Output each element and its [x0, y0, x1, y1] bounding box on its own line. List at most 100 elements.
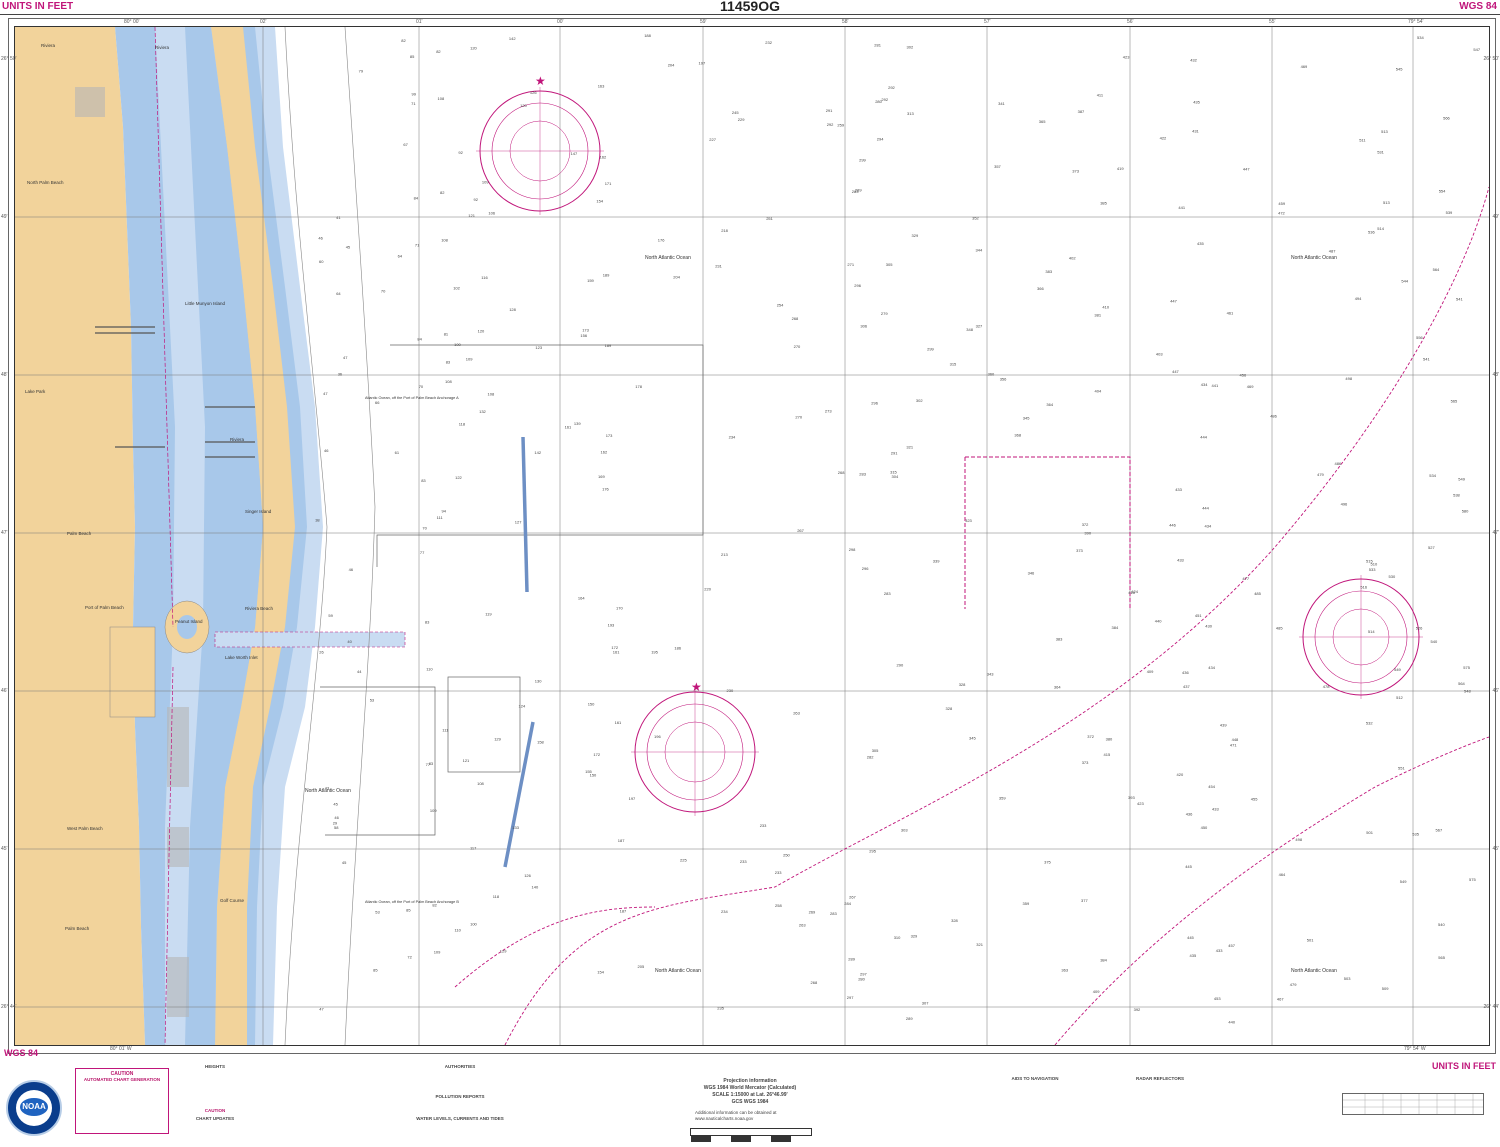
- sounding: 281: [874, 42, 881, 47]
- sounding: 486: [1270, 413, 1277, 418]
- sounding: 410: [1102, 305, 1109, 310]
- sounding: 418: [1128, 590, 1135, 595]
- sounding: 109: [466, 357, 473, 362]
- sounding: 229: [738, 117, 745, 122]
- sounding: 283: [859, 472, 866, 477]
- sounding: 282: [867, 755, 874, 760]
- latitude-label: 47': [1, 530, 8, 536]
- sounding: 291: [891, 450, 898, 455]
- sounding: 196: [654, 734, 661, 739]
- sounding: 289: [906, 1016, 913, 1021]
- sounding: 423: [1123, 54, 1130, 59]
- sounding: 363: [1061, 967, 1068, 972]
- latitude-label: 47': [1492, 530, 1499, 536]
- sounding: 531: [1377, 150, 1384, 155]
- sounding: 534: [1417, 35, 1424, 40]
- sounding: 140: [532, 885, 539, 890]
- place-riviera-beach: Riviera Beach: [245, 606, 274, 611]
- sounding: 566: [1443, 116, 1450, 121]
- sounding: 156: [580, 333, 587, 338]
- sounding: 390: [1084, 530, 1091, 535]
- sounding: 501: [1366, 830, 1373, 835]
- aids-note-title: AIDS TO NAVIGATION: [1011, 1076, 1059, 1081]
- sounding: 315: [950, 362, 957, 367]
- sounding: 434: [1205, 524, 1212, 529]
- sounding: 178: [635, 384, 642, 389]
- sounding: 548: [1464, 689, 1471, 694]
- latitude-label: 48': [1, 372, 8, 378]
- sounding: 70: [381, 289, 386, 294]
- sounding: 534: [1429, 473, 1436, 478]
- sounding: 469: [1301, 64, 1308, 69]
- sounding: 109: [434, 950, 441, 955]
- sounding: 53: [375, 910, 380, 915]
- lon-label-bottom-left: 80° 01' W: [110, 1046, 132, 1052]
- ocean-label: North Atlantic Ocean: [655, 968, 701, 974]
- sounding: 233: [760, 823, 767, 828]
- sounding: 304: [892, 474, 899, 479]
- sounding: 436: [1186, 812, 1193, 817]
- sounding: 435: [1190, 953, 1197, 958]
- place-singer-island: Singer Island: [245, 509, 272, 514]
- sounding: 346: [1028, 571, 1035, 576]
- sounding: 498: [1345, 376, 1352, 381]
- sounding: 118: [493, 894, 500, 899]
- light-star-icon: ★: [535, 74, 546, 88]
- sounding: 108: [445, 379, 452, 384]
- sounding: 565: [1438, 955, 1445, 960]
- sounding: 328: [959, 682, 966, 687]
- sounding: 267: [849, 894, 856, 899]
- sounding: 359: [999, 796, 1006, 801]
- sounding: 343: [987, 672, 994, 677]
- sounding: 567: [1436, 828, 1443, 833]
- sounding: 366: [1037, 286, 1044, 291]
- sounding: 83: [446, 360, 451, 365]
- sounding: 556: [1416, 335, 1423, 340]
- sounding: 383: [1045, 269, 1052, 274]
- place-west-palm-beach: West Palm Beach: [67, 826, 103, 831]
- place-riviera: Riviera: [41, 43, 56, 48]
- sounding: 444: [1200, 435, 1207, 440]
- sounding: 108: [488, 392, 495, 397]
- sounding: 161: [615, 720, 622, 725]
- sounding: 434: [1201, 382, 1208, 387]
- sounding: 549: [1458, 476, 1465, 481]
- nautical-chart-map[interactable]: ★ ★ 283 169 85 268 387 150 323 85 122 142 381 549 31…: [14, 26, 1490, 1046]
- sounding: 512: [1396, 695, 1403, 700]
- sounding: 348: [966, 327, 973, 332]
- sounding: 205: [638, 964, 645, 969]
- sounding: 251: [766, 216, 773, 221]
- sounding: 564: [1433, 267, 1440, 272]
- sounding: 541: [1423, 356, 1430, 361]
- sounding: 292: [827, 122, 834, 127]
- sounding: 530: [1389, 574, 1396, 579]
- longitude-label: 56': [1127, 19, 1134, 25]
- sounding: 313: [907, 111, 914, 116]
- sounding: 162: [600, 154, 607, 159]
- sounding: 188: [644, 33, 651, 38]
- sounding: 263: [793, 711, 800, 716]
- sounding: 204: [668, 62, 675, 67]
- sounding: 26: [319, 650, 324, 655]
- chart-number: 11459OG: [720, 0, 780, 14]
- sounding: 435: [1193, 99, 1200, 104]
- sounding: 485: [1254, 591, 1261, 596]
- ocean-label: North Atlantic Ocean: [645, 255, 691, 261]
- place-palm-beach: Palm Beach: [65, 926, 90, 931]
- sounding: 381: [1094, 312, 1101, 317]
- sounding: 133: [512, 825, 519, 830]
- sounding: 197: [699, 60, 706, 65]
- sounding: 431: [1192, 128, 1199, 133]
- sounding: 67: [403, 142, 408, 147]
- sounding: 116: [481, 275, 488, 280]
- sounding: 127: [515, 519, 522, 524]
- sounding: 126: [524, 873, 531, 878]
- sounding: 267: [797, 528, 804, 533]
- sounding: 457: [1228, 943, 1235, 948]
- sounding: 106: [488, 210, 495, 215]
- sounding: 233: [740, 859, 747, 864]
- longitude-label: 79° 54': [1408, 19, 1424, 25]
- sounding: 234: [729, 435, 736, 440]
- sounding: 486: [1335, 461, 1342, 466]
- sounding: 173: [606, 433, 613, 438]
